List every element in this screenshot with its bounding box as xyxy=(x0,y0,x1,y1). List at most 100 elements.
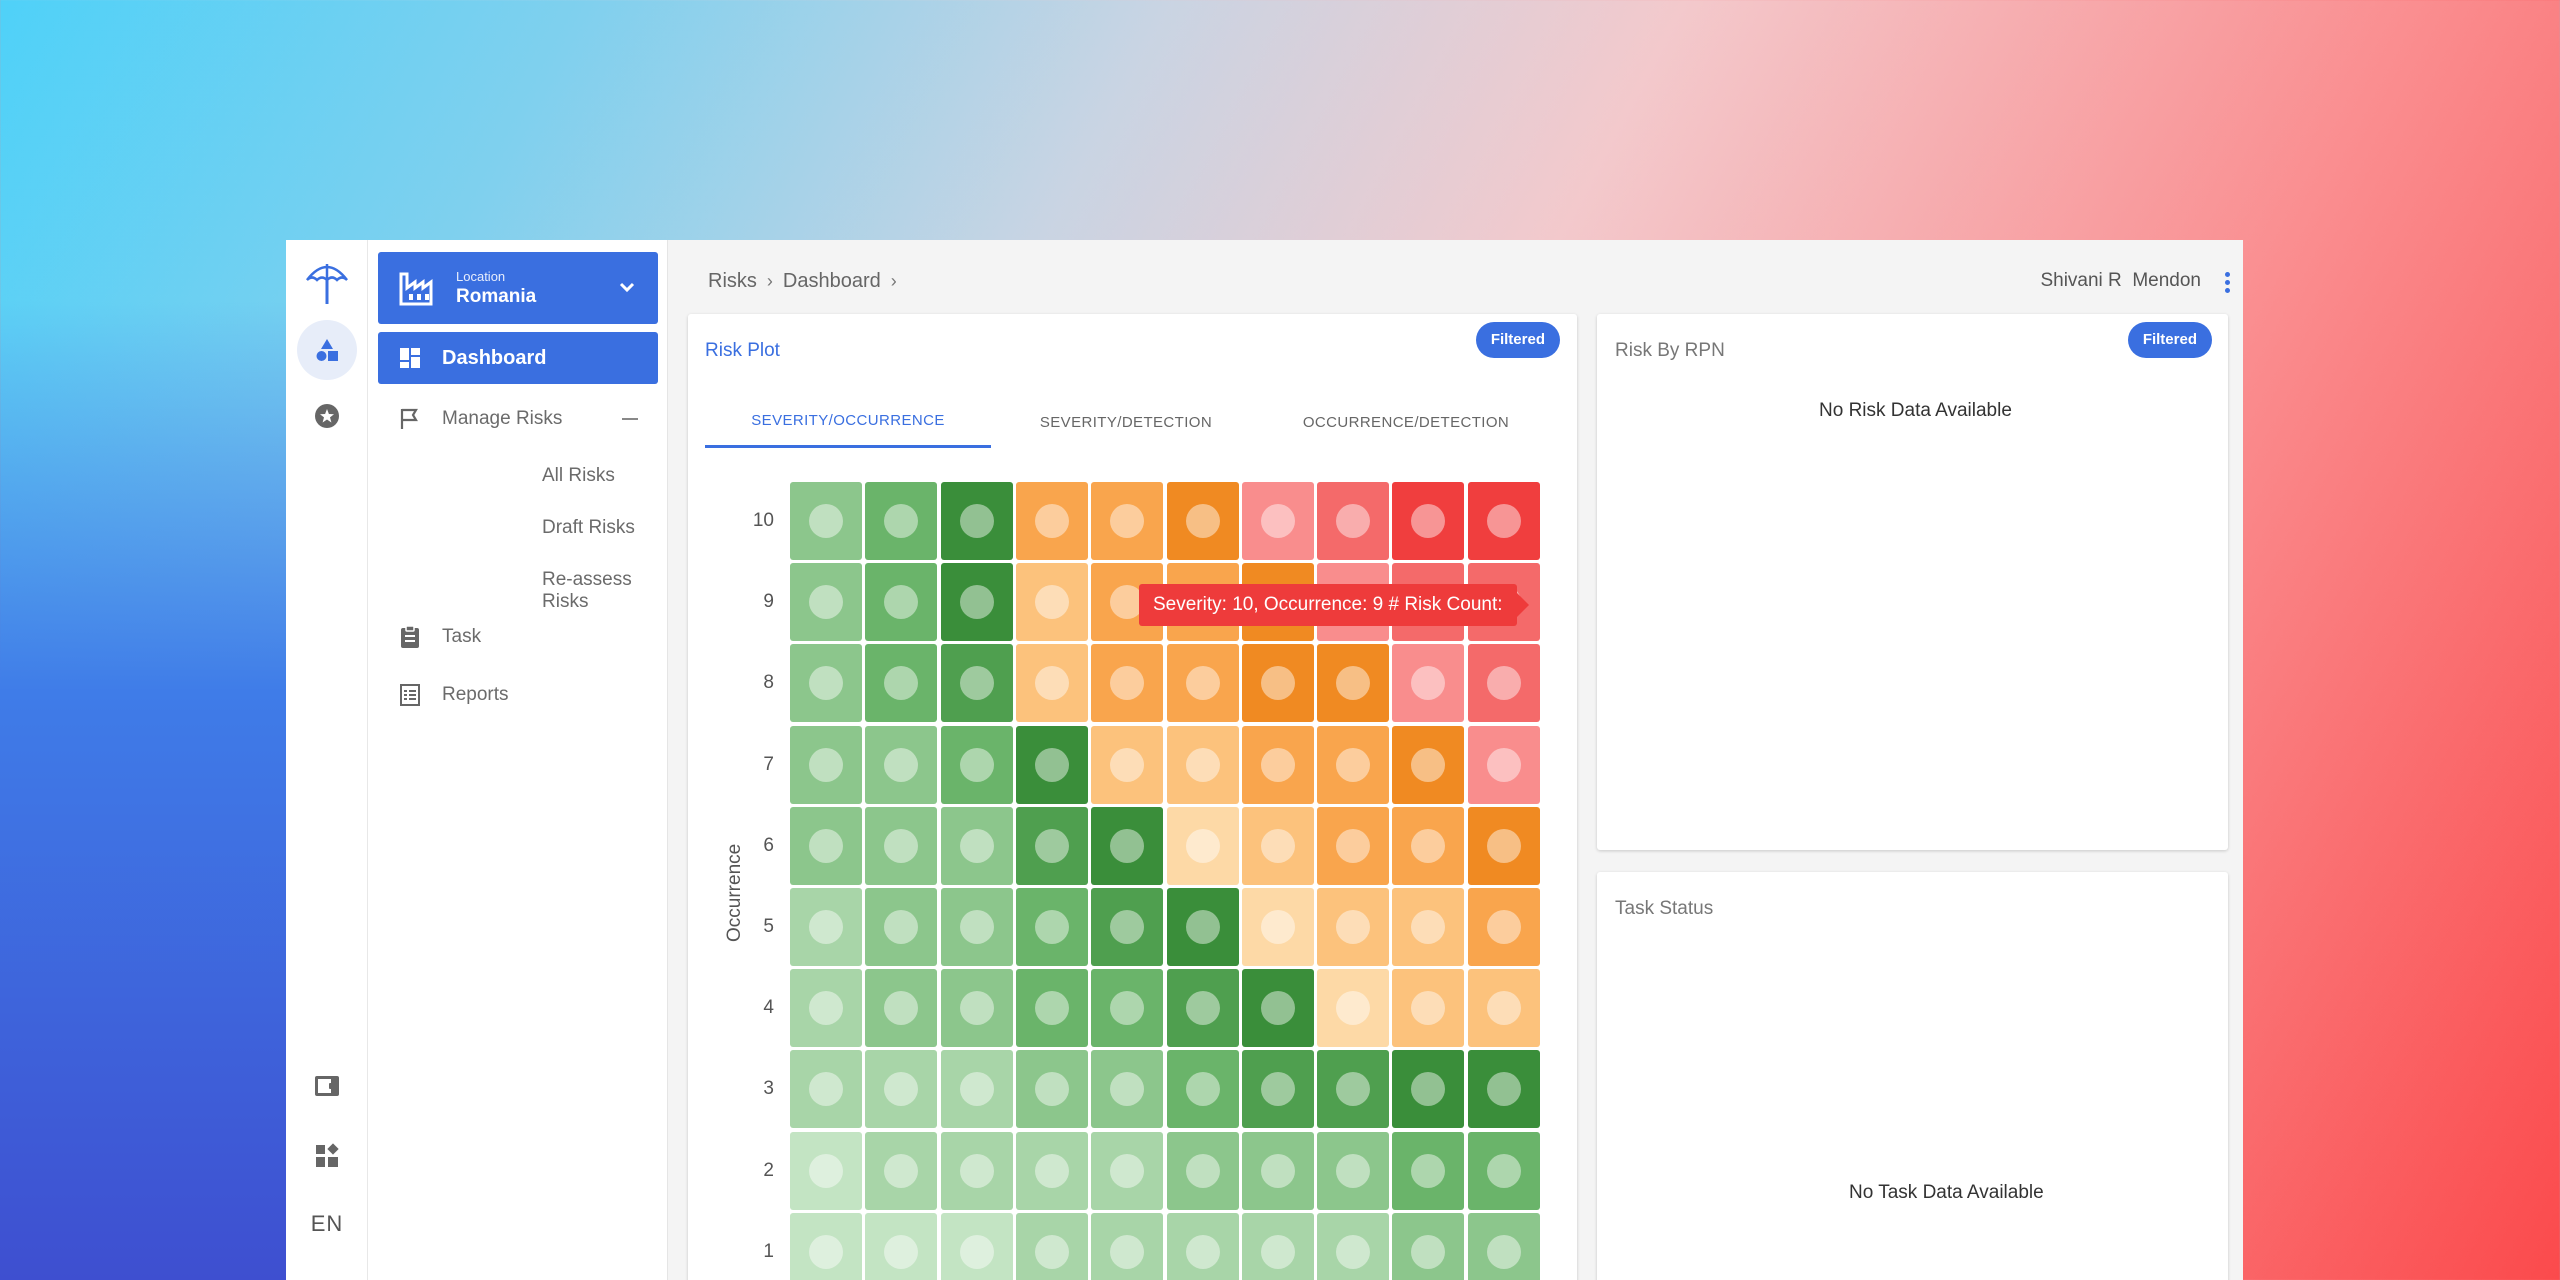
heatmap-cell[interactable] xyxy=(1241,644,1314,723)
shapes-icon[interactable] xyxy=(297,320,357,380)
heatmap-cell[interactable] xyxy=(865,1050,938,1129)
heatmap-cell[interactable] xyxy=(1317,969,1390,1048)
heatmap-cell[interactable] xyxy=(940,725,1013,804)
heatmap-cell[interactable] xyxy=(1392,1050,1465,1129)
tab-severity-occurrence[interactable]: SEVERITY/OCCURRENCE xyxy=(705,396,991,448)
heatmap-cell[interactable] xyxy=(1241,1212,1314,1280)
heatmap-cell[interactable] xyxy=(1091,969,1164,1048)
risk-dot[interactable] xyxy=(959,1072,994,1107)
star-badge-icon[interactable] xyxy=(297,386,357,446)
heatmap-cell[interactable] xyxy=(1392,482,1465,560)
heatmap-cell[interactable] xyxy=(1166,482,1239,560)
heatmap-cell[interactable] xyxy=(1166,888,1239,966)
risk-dot[interactable] xyxy=(1110,1234,1145,1269)
location-selector[interactable]: Location Romania xyxy=(378,252,658,324)
heatmap-cell[interactable] xyxy=(1166,1212,1239,1280)
risk-dot[interactable] xyxy=(1110,666,1145,701)
risk-dot[interactable] xyxy=(1034,828,1069,863)
risk-dot[interactable] xyxy=(1185,828,1220,863)
heatmap-cell[interactable] xyxy=(1467,1050,1540,1129)
heatmap-cell[interactable] xyxy=(865,806,938,885)
filtered-badge[interactable]: Filtered xyxy=(1475,322,1560,358)
risk-dot[interactable] xyxy=(1486,504,1521,538)
sidebar-item-dashboard[interactable]: Dashboard xyxy=(378,332,658,384)
breadcrumb-risks[interactable]: Risks xyxy=(708,270,757,293)
more-menu-icon[interactable] xyxy=(2225,272,2231,296)
risk-dot[interactable] xyxy=(1411,504,1446,538)
risk-dot[interactable] xyxy=(959,666,994,701)
heatmap-cell[interactable] xyxy=(1091,482,1164,560)
risk-dot[interactable] xyxy=(884,1072,919,1107)
risk-dot[interactable] xyxy=(809,585,843,620)
heatmap-cell[interactable] xyxy=(865,644,938,723)
risk-dot[interactable] xyxy=(1110,747,1145,782)
heatmap-cell[interactable] xyxy=(1392,644,1465,723)
risk-dot[interactable] xyxy=(1411,910,1446,944)
risk-dot[interactable] xyxy=(1486,828,1521,863)
heatmap-cell[interactable] xyxy=(1392,1131,1465,1210)
sidebar-subitem-draft-risks[interactable]: Draft Risks xyxy=(542,517,635,539)
risk-dot[interactable] xyxy=(1185,1072,1220,1107)
wallet-icon[interactable] xyxy=(297,1056,357,1116)
heatmap-cell[interactable] xyxy=(1467,644,1540,723)
heatmap-cell[interactable] xyxy=(1392,969,1465,1048)
heatmap-cell[interactable] xyxy=(1015,725,1088,804)
risk-dot[interactable] xyxy=(1411,1072,1446,1107)
risk-dot[interactable] xyxy=(1411,747,1446,782)
heatmap-cell[interactable] xyxy=(940,563,1013,642)
heatmap-cell[interactable] xyxy=(940,806,1013,885)
heatmap-cell[interactable] xyxy=(940,888,1013,966)
heatmap-cell[interactable] xyxy=(1392,806,1465,885)
heatmap-cell[interactable] xyxy=(790,482,862,560)
risk-dot[interactable] xyxy=(1486,910,1521,944)
risk-dot[interactable] xyxy=(1185,666,1220,701)
heatmap-cell[interactable] xyxy=(1241,888,1314,966)
heatmap-cell[interactable] xyxy=(865,888,938,966)
risk-dot[interactable] xyxy=(1034,666,1069,701)
heatmap-cell[interactable] xyxy=(1392,888,1465,966)
heatmap-cell[interactable] xyxy=(790,1050,862,1129)
heatmap-cell[interactable] xyxy=(1317,482,1390,560)
risk-dot[interactable] xyxy=(809,1234,843,1269)
risk-dot[interactable] xyxy=(1110,504,1145,538)
heatmap-cell[interactable] xyxy=(940,1050,1013,1129)
risk-dot[interactable] xyxy=(959,585,994,620)
risk-dot[interactable] xyxy=(884,1153,919,1188)
risk-dot[interactable] xyxy=(809,747,843,782)
risk-dot[interactable] xyxy=(1411,1153,1446,1188)
heatmap-cell[interactable] xyxy=(1241,969,1314,1048)
risk-dot[interactable] xyxy=(1034,504,1069,538)
filtered-badge[interactable]: Filtered xyxy=(2127,322,2212,358)
heatmap-cell[interactable] xyxy=(865,1131,938,1210)
risk-dot[interactable] xyxy=(1336,504,1371,538)
heatmap-cell[interactable] xyxy=(1166,725,1239,804)
risk-dot[interactable] xyxy=(809,1072,843,1107)
heatmap-cell[interactable] xyxy=(1317,806,1390,885)
heatmap-cell[interactable] xyxy=(790,1212,862,1280)
heatmap-cell[interactable] xyxy=(1467,482,1540,560)
risk-dot[interactable] xyxy=(1260,747,1295,782)
heatmap-cell[interactable] xyxy=(1241,482,1314,560)
heatmap-cell[interactable] xyxy=(1091,888,1164,966)
risk-dot[interactable] xyxy=(1260,828,1295,863)
heatmap-cell[interactable] xyxy=(1166,644,1239,723)
risk-dot[interactable] xyxy=(809,666,843,701)
heatmap-cell[interactable] xyxy=(1467,806,1540,885)
risk-dot[interactable] xyxy=(884,1234,919,1269)
risk-dot[interactable] xyxy=(1336,991,1371,1026)
tab-occurrence-detection[interactable]: OCCURRENCE/DETECTION xyxy=(1261,396,1551,448)
language-selector[interactable]: EN xyxy=(297,1194,357,1254)
heatmap-cell[interactable] xyxy=(940,969,1013,1048)
heatmap-cell[interactable] xyxy=(1015,563,1088,642)
heatmap-cell[interactable] xyxy=(1241,725,1314,804)
risk-dot[interactable] xyxy=(1034,991,1069,1026)
risk-dot[interactable] xyxy=(809,504,843,538)
risk-dot[interactable] xyxy=(1185,910,1220,944)
risk-dot[interactable] xyxy=(884,666,919,701)
heatmap-cell[interactable] xyxy=(1015,969,1088,1048)
heatmap-cell[interactable] xyxy=(1317,1050,1390,1129)
sidebar-item-task[interactable]: Task xyxy=(378,612,658,662)
risk-dot[interactable] xyxy=(1185,1234,1220,1269)
risk-dot[interactable] xyxy=(1034,910,1069,944)
risk-dot[interactable] xyxy=(1486,1234,1521,1269)
